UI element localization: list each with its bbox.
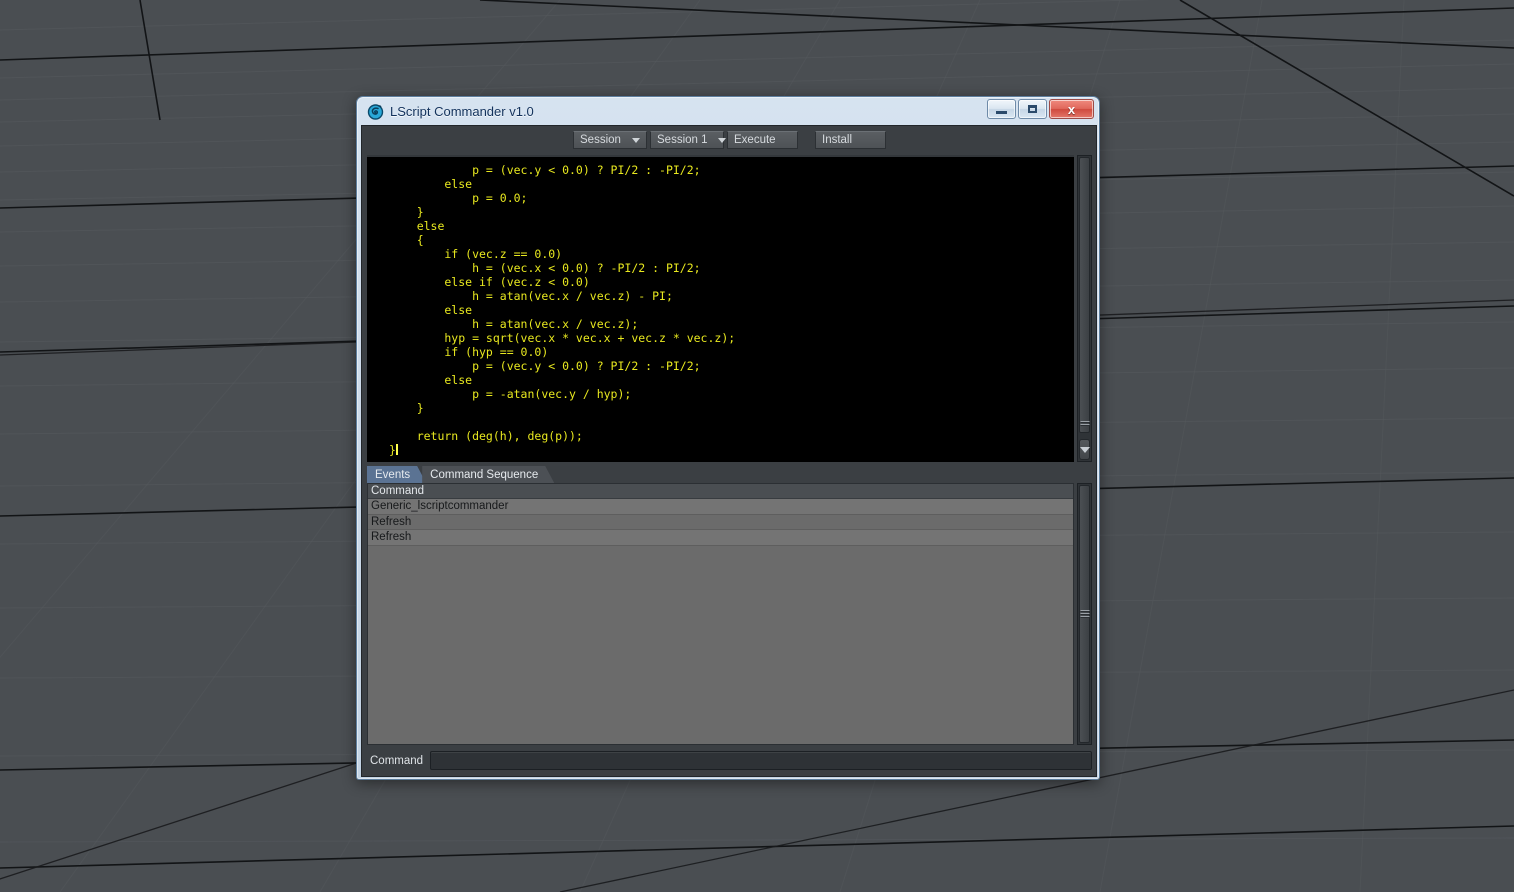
chevron-down-icon [717,137,726,143]
list-item-label: Generic_lscriptcommander [371,500,509,513]
events-list-region: Command Generic_lscriptcommander Refresh R… [367,483,1092,745]
execute-button[interactable]: Execute [727,131,798,149]
lscript-commander-window: LScript Commander v1.0 x Session Session… [356,96,1100,780]
maximize-button[interactable] [1018,99,1047,119]
tab-events[interactable]: Events [367,466,426,483]
code-scroll-down-button[interactable] [1079,439,1090,460]
close-icon: x [1067,101,1076,117]
chevron-down-icon [632,137,640,143]
text-caret [395,444,398,455]
toolbar: Session Session 1 Execute Install [367,130,1092,150]
minimize-button[interactable] [987,99,1016,119]
code-vertical-scrollbar[interactable] [1077,155,1092,462]
minimize-icon [996,110,1007,114]
events-list-rows: Generic_lscriptcommander Refresh Refresh [368,499,1073,546]
list-vertical-scrollbar[interactable] [1077,483,1092,745]
code-editor-region: p = (vec.y < 0.0) ? PI/2 : -PI/2; else p… [367,155,1092,462]
code-scrollbar-thumb[interactable] [1079,157,1090,433]
command-label: Command [370,754,424,767]
session-mode-value: Session [580,134,621,146]
session-number-value: Session 1 [657,134,708,146]
scrollbar-grip-icon [1080,419,1089,427]
maximize-icon [1028,105,1037,113]
events-list[interactable]: Command Generic_lscriptcommander Refresh R… [367,483,1074,745]
window-titlebar[interactable]: LScript Commander v1.0 x [361,97,1095,125]
lscript-commander-icon [367,103,384,120]
list-item[interactable]: Refresh [368,514,1073,530]
command-bar: Command [367,750,1092,771]
list-item[interactable]: Refresh [368,530,1073,546]
list-item-label: Refresh [371,515,412,528]
install-button[interactable]: Install [815,131,886,149]
list-scrollbar-thumb[interactable] [1079,485,1090,743]
list-item-label: Refresh [371,531,412,544]
window-title: LScript Commander v1.0 [390,103,534,119]
window-controls: x [987,99,1094,119]
command-input[interactable] [430,751,1092,770]
scrollbar-grip-icon [1080,608,1089,619]
list-item[interactable]: Generic_lscriptcommander [368,499,1073,515]
tab-command-sequence[interactable]: Command Sequence [422,466,554,483]
window-client-area: Session Session 1 Execute Install p = (v… [361,125,1097,777]
session-number-dropdown[interactable]: Session 1 [650,131,726,149]
chevron-down-icon [1079,446,1090,453]
code-editor[interactable]: p = (vec.y < 0.0) ? PI/2 : -PI/2; else p… [367,155,1074,462]
close-button[interactable]: x [1049,99,1094,119]
column-header-command[interactable]: Command [368,484,1073,499]
session-mode-dropdown[interactable]: Session [573,131,647,149]
panel-tabs: Events Command Sequence [367,466,1092,483]
